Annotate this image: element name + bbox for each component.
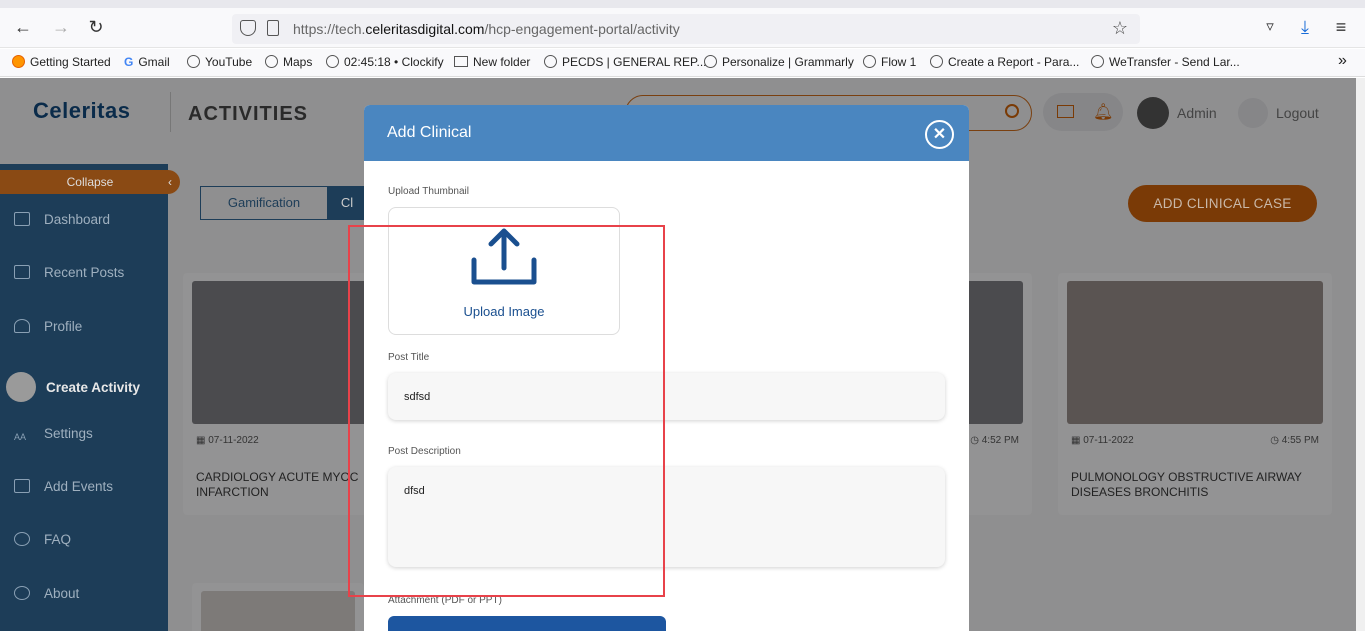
browser-toolbar: ← → ↻ https://tech.celeritasdigital.com/…	[0, 0, 1365, 48]
bookmark-flow[interactable]: Flow 1	[863, 55, 916, 69]
star-icon[interactable]: ☆	[1112, 18, 1128, 39]
mail-icon[interactable]	[1057, 105, 1074, 118]
bookmark-pecds[interactable]: PECDS | GENERAL REP...	[544, 55, 707, 69]
highlight-annotation-box	[348, 225, 665, 597]
attachment-upload-button[interactable]	[388, 616, 666, 631]
header-divider	[170, 92, 171, 132]
dashboard-icon	[14, 212, 30, 226]
clinical-card[interactable]: ◷ 4:52 PM	[958, 273, 1032, 515]
card-date: ▦ 07-11-2022	[1071, 435, 1134, 446]
modal-header: Add Clinical ✕	[364, 105, 969, 161]
settings-icon: AA	[14, 432, 27, 442]
card-image	[192, 281, 369, 424]
tab-gamification[interactable]: Gamification	[200, 186, 328, 220]
admin-label[interactable]: Admin	[1177, 105, 1217, 121]
layers-icon	[6, 372, 36, 402]
bookmarks-bar: Getting Started G Gmail YouTube Maps 02:4…	[0, 49, 1365, 77]
back-icon[interactable]: ←	[12, 16, 34, 38]
lock-icon[interactable]	[267, 20, 279, 36]
page-title: ACTIVITIES	[188, 103, 309, 125]
profile-icon	[14, 319, 30, 333]
sidebar-item-recent-posts[interactable]: Recent Posts	[14, 265, 124, 280]
pocket-icon[interactable]: ▿	[1259, 16, 1281, 38]
clinical-card[interactable]	[192, 583, 364, 631]
sidebar-item-dashboard[interactable]: Dashboard	[14, 212, 110, 227]
bookmark-wetransfer[interactable]: WeTransfer - Send Lar...	[1091, 55, 1240, 69]
thumbnail-label: Upload Thumbnail	[388, 186, 469, 197]
card-image	[201, 591, 355, 631]
close-icon[interactable]: ✕	[925, 120, 954, 149]
faq-icon	[14, 532, 30, 546]
collapse-button[interactable]: Collapse ‹	[0, 170, 180, 194]
card-date: ▦ 07-11-2022	[196, 435, 259, 446]
chevron-right-icon[interactable]: »	[1338, 52, 1347, 70]
avatar[interactable]	[1137, 97, 1169, 129]
sidebar-item-profile[interactable]: Profile	[14, 319, 82, 334]
scrollbar[interactable]	[1356, 78, 1365, 631]
search-icon[interactable]	[1005, 104, 1019, 118]
bookmark-grammarly[interactable]: Personalize | Grammarly	[704, 55, 854, 69]
sidebar-item-add-events[interactable]: Add Events	[14, 479, 113, 494]
logout-icon[interactable]	[1238, 98, 1268, 128]
sidebar-item-settings[interactable]: AA Settings	[14, 426, 93, 446]
bookmark-create-report[interactable]: Create a Report - Para...	[930, 55, 1079, 69]
logo: Celeritas	[33, 98, 131, 123]
card-image	[1067, 281, 1323, 424]
card-time: ◷ 4:52 PM	[970, 435, 1019, 446]
card-title: CARDIOLOGY ACUTE MYOC INFARCTION	[196, 470, 359, 499]
calendar-icon	[14, 479, 30, 493]
url-text: https://tech.celeritasdigital.com/hcp-en…	[293, 21, 680, 37]
bookmark-getting-started[interactable]: Getting Started	[12, 55, 111, 69]
bell-icon[interactable]: 🔔︎	[1093, 102, 1113, 122]
sidebar-item-faq[interactable]: FAQ	[14, 532, 71, 547]
bookmark-gmail[interactable]: G Gmail	[124, 55, 170, 69]
download-icon[interactable]: ⤓	[1294, 16, 1316, 38]
notification-pill: 🔔︎	[1043, 93, 1123, 131]
bookmark-youtube[interactable]: YouTube	[187, 55, 252, 69]
tab-strip	[0, 0, 1365, 8]
info-icon	[14, 586, 30, 600]
clinical-card[interactable]: ▦ 07-11-2022 ◷ 4:55 PM PULMONOLOGY OBSTR…	[1058, 273, 1332, 515]
shield-icon[interactable]	[240, 20, 256, 36]
card-title: PULMONOLOGY OBSTRUCTIVE AIRWAY DISEASES …	[1071, 470, 1302, 499]
card-time: ◷ 4:55 PM	[1270, 435, 1319, 446]
posts-icon	[14, 265, 30, 279]
tab-clinical[interactable]: Cl	[327, 186, 367, 220]
reload-icon[interactable]: ↻	[85, 16, 107, 38]
bookmark-new-folder[interactable]: New folder	[454, 55, 530, 69]
forward-icon[interactable]: →	[50, 16, 72, 38]
menu-icon[interactable]: ≡	[1330, 16, 1352, 38]
bookmark-clockify[interactable]: 02:45:18 • Clockify	[326, 55, 444, 69]
logout-button[interactable]: Logout	[1276, 105, 1319, 121]
bookmark-maps[interactable]: Maps	[265, 55, 312, 69]
sidebar-item-about[interactable]: About	[14, 586, 79, 601]
modal-title: Add Clinical	[387, 124, 472, 141]
sidebar-item-create-activity[interactable]: Create Activity	[6, 372, 140, 402]
add-clinical-case-button[interactable]: ADD CLINICAL CASE	[1128, 185, 1317, 222]
sidebar: Dashboard Recent Posts Profile Create Ac…	[0, 164, 168, 631]
url-bar[interactable]: https://tech.celeritasdigital.com/hcp-en…	[232, 14, 1140, 44]
